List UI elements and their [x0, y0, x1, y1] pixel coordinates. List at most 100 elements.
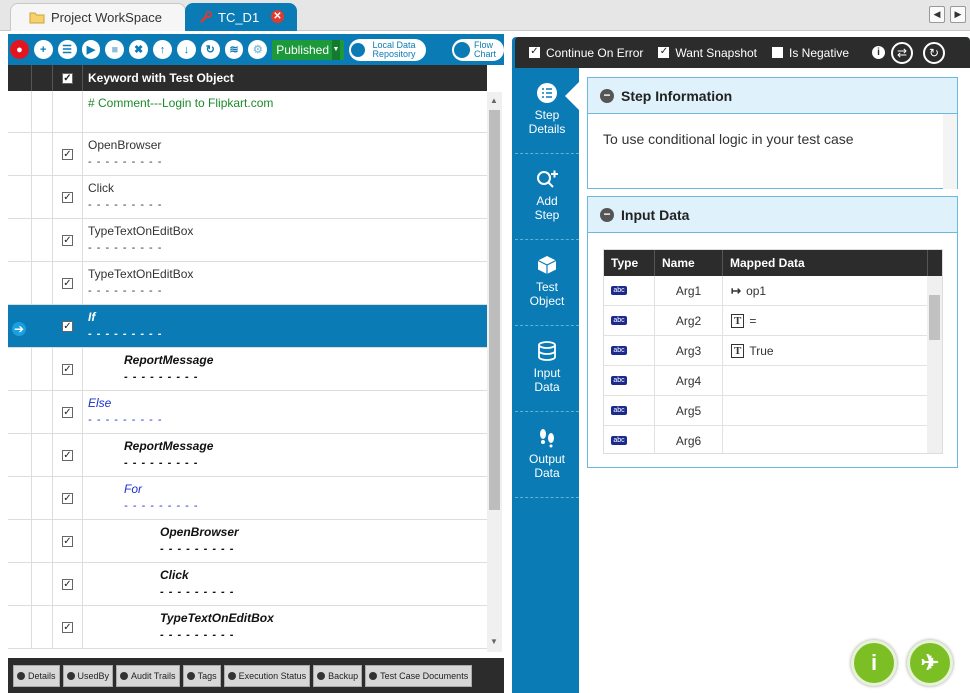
table-row[interactable]: ✓ OpenBrowser - - - - - - - - - [8, 133, 487, 176]
input-data-header[interactable]: − Input Data [588, 197, 957, 233]
mapped-data-cell[interactable]: T = [723, 306, 928, 335]
want-snapshot-checkbox[interactable]: ✓ Want Snapshot [658, 46, 757, 60]
step-information-panel: − Step Information To use conditional log… [587, 77, 958, 189]
table-row[interactable]: ✓ ReportMessage - - - - - - - - - [8, 348, 487, 391]
refresh-icon[interactable]: ↻ [923, 41, 946, 64]
bottom-tab-test-case-documents[interactable]: Test Case Documents [365, 664, 473, 687]
move-up-button[interactable]: ↑ [153, 40, 172, 59]
table-row[interactable]: ✓ Click - - - - - - - - - [8, 563, 487, 606]
run-button[interactable]: ▶ [81, 40, 101, 59]
select-all-checkbox[interactable]: ✓ [53, 65, 83, 91]
table-row[interactable]: ✓ Click - - - - - - - - - [8, 176, 487, 219]
row-checkbox[interactable] [53, 91, 83, 132]
row-checkbox[interactable]: ✓ [53, 606, 83, 648]
swap-icon[interactable]: ⇄ [891, 41, 914, 64]
collapse-icon[interactable]: − [600, 207, 614, 222]
nav-input-data[interactable]: Input Data [515, 326, 579, 412]
mapped-data-cell[interactable]: T True [723, 336, 928, 365]
mapped-data-cell[interactable]: ↦ op1 [723, 276, 928, 305]
grid-view-button[interactable]: ☰ [57, 40, 77, 59]
bottom-tab-details[interactable]: Details [13, 664, 60, 687]
input-data-row[interactable]: abc Arg4 [604, 366, 942, 396]
arg-name: Arg4 [655, 366, 723, 395]
input-data-row[interactable]: abc Arg5 [604, 396, 942, 426]
bottom-tab-tags[interactable]: Tags [182, 664, 221, 687]
close-tab-icon[interactable]: ✕ [271, 10, 284, 23]
bottom-tab-audit-trails[interactable]: Audit Trails [116, 664, 180, 687]
bottom-tab-execution-status[interactable]: Execution Status [223, 664, 311, 687]
keyword-text: If [88, 310, 96, 324]
nav-label: Output Data [528, 452, 566, 480]
table-row[interactable]: ✓ ReportMessage - - - - - - - - - [8, 434, 487, 477]
input-data-row[interactable]: abc Arg6 [604, 426, 942, 453]
mapped-data-cell[interactable] [723, 426, 928, 453]
text-type-badge: abc [611, 436, 627, 445]
table-row[interactable]: ✓ OpenBrowser - - - - - - - - - [8, 520, 487, 563]
step-information-header[interactable]: − Step Information [588, 78, 957, 114]
row-checkbox[interactable]: ✓ [53, 219, 83, 261]
info-icon[interactable]: i [872, 46, 886, 59]
row-checkbox[interactable]: ✓ [53, 434, 83, 476]
mapped-data-cell[interactable] [723, 366, 928, 395]
delete-button[interactable]: ✖ [129, 40, 149, 59]
record-button[interactable]: ● [10, 40, 29, 59]
is-negative-checkbox[interactable]: Is Negative [772, 46, 849, 60]
keyword-text: Click [160, 568, 189, 582]
nav-test-object[interactable]: Test Object [515, 240, 579, 326]
continue-on-error-checkbox[interactable]: ✓ Continue On Error [529, 46, 643, 60]
tab-tc-d1[interactable]: TC_D1 ✕ [185, 3, 297, 31]
move-down-button[interactable]: ↓ [176, 40, 196, 59]
table-row[interactable]: # Comment---Login to Flipkart.com [8, 91, 487, 133]
scroll-up-icon[interactable]: ▲ [490, 96, 498, 105]
nav-add-step[interactable]: Add Step [515, 154, 579, 240]
table-row[interactable]: ✓ If - - - - - - - - - [8, 305, 487, 348]
scroll-right-button[interactable]: ▶ [950, 6, 966, 23]
tab-project-workspace[interactable]: Project WorkSpace [10, 3, 186, 31]
input-data-row[interactable]: abc Arg3 T True [604, 336, 942, 366]
nav-step-details[interactable]: Step Details [515, 68, 579, 154]
test-object-placeholder: - - - - - - - - - [88, 328, 163, 340]
airplane-fab-button[interactable]: ✈ [907, 640, 953, 686]
bottom-tab-backup[interactable]: Backup [313, 664, 363, 687]
row-checkbox[interactable]: ✓ [53, 391, 83, 433]
bottom-tab-usedby[interactable]: UsedBy [62, 664, 114, 687]
row-checkbox[interactable]: ✓ [53, 176, 83, 218]
input-data-row[interactable]: abc Arg1 ↦ op1 [604, 276, 942, 306]
test-object-placeholder: - - - - - - - - - [88, 242, 163, 254]
grid-scrollbar-thumb[interactable] [489, 110, 500, 510]
test-object-placeholder: - - - - - - - - - [160, 543, 235, 555]
layers-button[interactable]: ≋ [224, 40, 244, 59]
table-row[interactable]: ✓ TypeTextOnEditBox - - - - - - - - - [8, 219, 487, 262]
add-step-button[interactable]: + [33, 40, 53, 59]
nav-output-data[interactable]: Output Data [515, 412, 579, 498]
text-type-badge: abc [611, 406, 627, 415]
mapped-data-cell[interactable] [723, 396, 928, 425]
row-checkbox[interactable]: ✓ [53, 348, 83, 390]
refresh-button[interactable]: ↻ [200, 40, 220, 59]
row-checkbox[interactable]: ✓ [53, 563, 83, 605]
row-checkbox[interactable]: ✓ [53, 133, 83, 175]
table-row[interactable]: ✓ Else - - - - - - - - - [8, 391, 487, 434]
step-description: To use conditional logic in your test ca… [603, 131, 854, 147]
flow-chart-button[interactable]: Flow Chart [452, 38, 504, 61]
table-row[interactable]: ✓ For - - - - - - - - - [8, 477, 487, 520]
input-data-row[interactable]: abc Arg2 T = [604, 306, 942, 336]
info-fab-button[interactable]: i [851, 640, 897, 686]
text-t-icon: T [731, 313, 745, 328]
input-table-scrollbar-thumb[interactable] [929, 295, 940, 340]
row-checkbox[interactable]: ✓ [53, 262, 83, 304]
save-button[interactable]: ■ [105, 40, 125, 59]
table-row[interactable]: ✓ TypeTextOnEditBox - - - - - - - - - [8, 606, 487, 649]
tab-label: TC_D1 [218, 9, 260, 25]
settings-button[interactable]: ⚙ [248, 40, 268, 59]
description-scrollbar[interactable] [943, 114, 957, 189]
status-dropdown[interactable]: Published ▼ [272, 39, 344, 60]
row-checkbox[interactable]: ✓ [53, 477, 83, 519]
local-data-repository-button[interactable]: Local Data Repository [349, 38, 426, 61]
row-checkbox[interactable]: ✓ [53, 305, 83, 347]
scroll-left-button[interactable]: ◀ [929, 6, 945, 23]
scroll-down-icon[interactable]: ▼ [490, 637, 498, 646]
table-row[interactable]: ✓ TypeTextOnEditBox - - - - - - - - - [8, 262, 487, 305]
collapse-icon[interactable]: − [600, 88, 614, 103]
row-checkbox[interactable]: ✓ [53, 520, 83, 562]
